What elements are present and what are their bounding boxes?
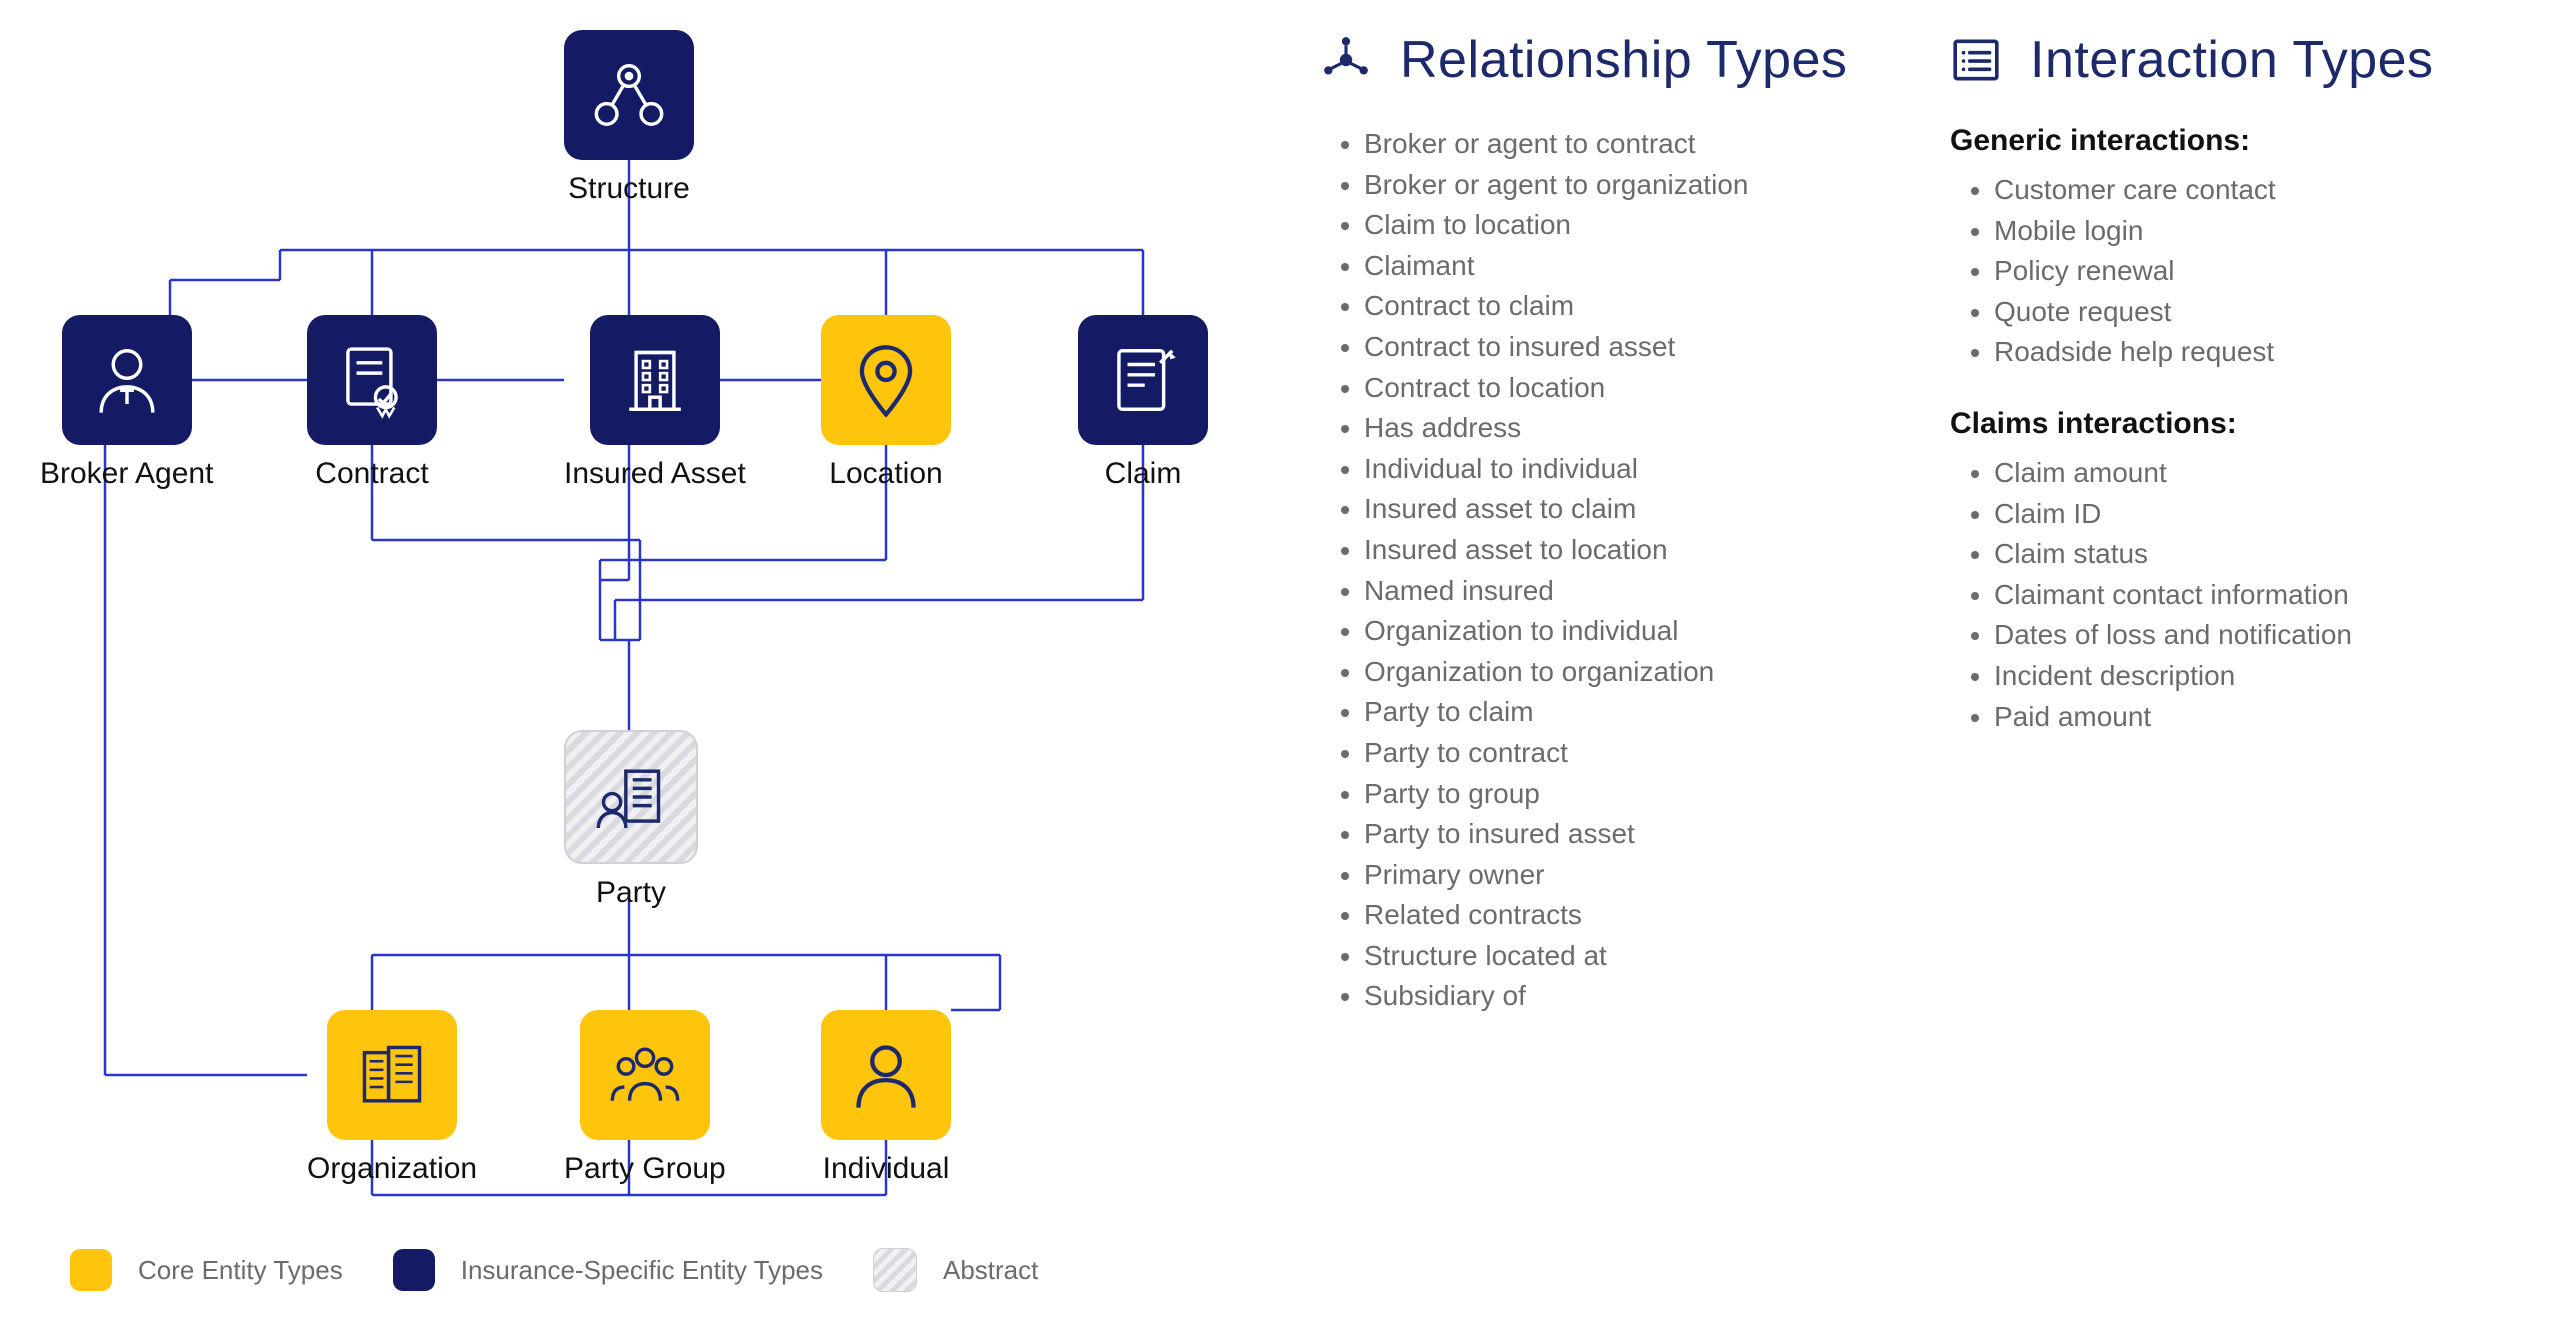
legend-label-specific: Insurance-Specific Entity Types — [461, 1255, 823, 1286]
list-item: Broker or agent to organization — [1364, 165, 1880, 206]
legend-label-abstract: Abstract — [943, 1255, 1038, 1286]
list-item: Party to contract — [1364, 733, 1880, 774]
node-broker-agent: Broker Agent — [40, 315, 213, 491]
generic-interactions-list: Customer care contactMobile loginPolicy … — [1950, 170, 2510, 373]
list-item: Policy renewal — [1994, 251, 2510, 292]
claims-subheading: Claims interactions: — [1950, 407, 2510, 441]
interaction-heading: Interaction Types — [1950, 30, 2510, 90]
node-label: Contract — [307, 457, 437, 491]
relationship-types-section: Relationship Types Broker or agent to co… — [1320, 30, 1880, 1045]
list-item: Party to insured asset — [1364, 814, 1880, 855]
group-icon — [580, 1010, 710, 1140]
list-item: Quote request — [1994, 292, 2510, 333]
node-individual: Individual — [821, 1010, 951, 1186]
node-party: Party — [564, 730, 698, 910]
node-label: Party — [564, 876, 698, 910]
node-insured-asset: Insured Asset — [564, 315, 746, 491]
list-item: Related contracts — [1364, 895, 1880, 936]
list-item: Mobile login — [1994, 211, 2510, 252]
node-label: Insured Asset — [564, 457, 746, 491]
list-item: Claim ID — [1994, 494, 2510, 535]
legend: Core Entity Types Insurance-Specific Ent… — [70, 1248, 1038, 1292]
node-label: Individual — [821, 1152, 951, 1186]
list-item: Party to group — [1364, 774, 1880, 815]
node-label: Party Group — [564, 1152, 726, 1186]
node-label: Organization — [307, 1152, 477, 1186]
list-item: Customer care contact — [1994, 170, 2510, 211]
legend-swatch-specific — [393, 1249, 435, 1291]
node-location: Location — [821, 315, 951, 491]
person-icon — [821, 1010, 951, 1140]
org-icon — [327, 1010, 457, 1140]
list-item: Claimant — [1364, 246, 1880, 287]
node-organization: Organization — [307, 1010, 477, 1186]
pin-icon — [821, 315, 951, 445]
list-item: Named insured — [1364, 571, 1880, 612]
contract-icon — [307, 315, 437, 445]
list-item: Roadside help request — [1994, 332, 2510, 373]
legend-swatch-abstract — [873, 1248, 917, 1292]
generic-subheading: Generic interactions: — [1950, 124, 2510, 158]
node-party-group: Party Group — [564, 1010, 726, 1186]
list-item: Broker or agent to contract — [1364, 124, 1880, 165]
list-item: Has address — [1364, 408, 1880, 449]
broker-icon — [62, 315, 192, 445]
building-icon — [590, 315, 720, 445]
list-item: Primary owner — [1364, 855, 1880, 896]
list-item: Structure located at — [1364, 936, 1880, 977]
node-claim: Claim — [1078, 315, 1208, 491]
list-item: Contract to insured asset — [1364, 327, 1880, 368]
node-structure: Structure — [564, 30, 694, 206]
relationship-heading-text: Relationship Types — [1400, 30, 1847, 90]
list-item: Contract to claim — [1364, 286, 1880, 327]
network-icon — [1320, 34, 1372, 86]
claims-interactions-list: Claim amountClaim IDClaim statusClaimant… — [1950, 453, 2510, 737]
entity-diagram: Structure Broker Agent Contract — [0, 0, 1300, 1322]
list-item: Insured asset to claim — [1364, 489, 1880, 530]
list-item: Claim amount — [1994, 453, 2510, 494]
list-item: Party to claim — [1364, 692, 1880, 733]
list-item: Insured asset to location — [1364, 530, 1880, 571]
list-icon — [1950, 34, 2002, 86]
list-item: Subsidiary of — [1364, 976, 1880, 1017]
list-item: Claim to location — [1364, 205, 1880, 246]
list-item: Organization to individual — [1364, 611, 1880, 652]
structure-icon — [564, 30, 694, 160]
list-item: Organization to organization — [1364, 652, 1880, 693]
legend-label-core: Core Entity Types — [138, 1255, 343, 1286]
list-item: Dates of loss and notification — [1994, 615, 2510, 656]
list-item: Incident description — [1994, 656, 2510, 697]
list-item: Claimant contact information — [1994, 575, 2510, 616]
list-item: Claim status — [1994, 534, 2510, 575]
node-label: Structure — [564, 172, 694, 206]
relationship-list: Broker or agent to contractBroker or age… — [1320, 124, 1880, 1017]
party-icon — [564, 730, 698, 864]
list-item: Paid amount — [1994, 697, 2510, 738]
node-contract: Contract — [307, 315, 437, 491]
list-item: Contract to location — [1364, 368, 1880, 409]
node-label: Claim — [1078, 457, 1208, 491]
list-item: Individual to individual — [1364, 449, 1880, 490]
interaction-heading-text: Interaction Types — [2030, 30, 2434, 90]
legend-swatch-core — [70, 1249, 112, 1291]
claim-icon — [1078, 315, 1208, 445]
interaction-types-section: Interaction Types Generic interactions: … — [1950, 30, 2510, 1045]
node-label: Broker Agent — [40, 457, 213, 491]
relationship-heading: Relationship Types — [1320, 30, 1880, 90]
node-label: Location — [821, 457, 951, 491]
